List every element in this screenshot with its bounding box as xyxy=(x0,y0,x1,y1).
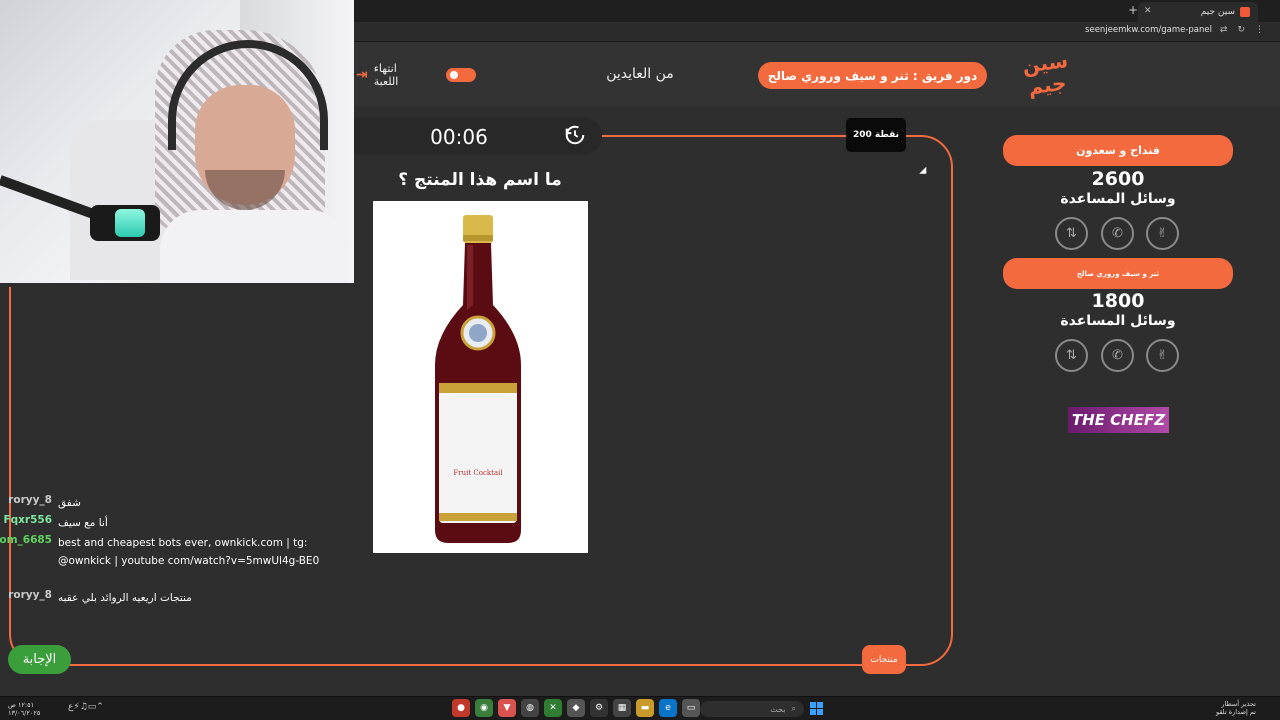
category-tag-button[interactable]: منتجات xyxy=(862,645,906,674)
product-image: Fruit Cocktail xyxy=(373,201,588,553)
phone-call-icon[interactable]: ✆ xyxy=(1101,339,1134,372)
chat-text: best and cheapest bots ever, ownkick.com… xyxy=(58,537,320,567)
chat-username: roryy_8 xyxy=(8,494,52,506)
screen: + ✕ سين جيم seenjeemkw.com/game-panel ⇄↻… xyxy=(0,0,1280,720)
chat-message: roryy_8 شفق xyxy=(0,490,340,510)
taskbar-search[interactable]: بحث ⌕ xyxy=(700,701,804,717)
points-badge: 200 نقطة xyxy=(846,118,906,152)
app-icon[interactable]: ◆ xyxy=(567,699,585,717)
windows-taskbar: ١٢:٥١ ص ١٣/٠٦/٢٠٢٥ ع⚡♫▭⌃ ● ◉ ▼ ◍ ✕ ◆ ⚙ ▦… xyxy=(0,696,1280,720)
team-turn-badge: دور فريق : ثنر و سيف وروري صالح xyxy=(758,62,987,89)
chat-message: com_6685 best and cheapest bots ever, ow… xyxy=(0,530,340,585)
end-game-button[interactable]: ⇥ انتهاء اللعبة xyxy=(356,62,476,88)
settings-icon[interactable]: ⚙ xyxy=(590,699,608,717)
streamer-thobe xyxy=(160,210,350,283)
search-icon: ⌕ xyxy=(791,704,796,713)
system-tray-icon[interactable]: ع⚡♫▭⌃ xyxy=(68,702,104,712)
edge-icon[interactable]: e xyxy=(659,699,677,717)
close-tab-icon[interactable]: ✕ xyxy=(1144,6,1152,16)
countdown-timer: 00:06 xyxy=(430,125,488,149)
new-tab-button[interactable]: + xyxy=(1128,3,1138,17)
stream-chat: roryy_8 شفق Fqxr556 أنا مع سيف com_6685 … xyxy=(0,490,340,605)
team-score: 2600 xyxy=(1091,168,1145,190)
notification-text[interactable]: تحذير أسطار تم إصدارة تلقو xyxy=(1216,700,1256,716)
file-explorer-icon[interactable]: ▬ xyxy=(636,699,654,717)
taskbar-apps: ● ◉ ▼ ◍ ✕ ◆ ⚙ ▦ ▬ e ▭ xyxy=(452,699,700,717)
xbox-icon[interactable]: ✕ xyxy=(544,699,562,717)
microphone xyxy=(0,165,160,241)
bottle-illustration: Fruit Cocktail xyxy=(435,215,521,543)
reload-icon[interactable]: ⇄↻⋮ xyxy=(1220,25,1274,35)
webcam-overlay xyxy=(0,0,354,283)
svg-text:Fruit Cocktail: Fruit Cocktail xyxy=(453,469,503,477)
brave-icon[interactable]: ▼ xyxy=(498,699,516,717)
chat-username: com_6685 xyxy=(0,534,52,546)
store-icon[interactable]: ▦ xyxy=(613,699,631,717)
taskbar-clock[interactable]: ١٢:٥١ ص ١٣/٠٦/٢٠٢٥ xyxy=(8,701,40,717)
double-points-icon[interactable]: ⇅ xyxy=(1055,217,1088,250)
windows-start-icon[interactable] xyxy=(810,702,823,715)
chrome-icon[interactable]: ◉ xyxy=(475,699,493,717)
end-game-toggle[interactable] xyxy=(446,68,476,82)
obs-icon[interactable]: ◍ xyxy=(521,699,539,717)
team-name-badge: فنداح و سعدون xyxy=(1003,135,1233,166)
two-answers-icon[interactable]: ✌ xyxy=(1146,217,1179,250)
phone-call-icon[interactable]: ✆ xyxy=(1101,217,1134,250)
url-field[interactable]: seenjeemkw.com/game-panel xyxy=(1085,25,1212,35)
team-score: 1800 xyxy=(1091,290,1145,312)
browser-tab[interactable]: ✕ سين جيم xyxy=(1138,2,1258,22)
chat-text: منتجات اريعيه الروائد بلي عقبه xyxy=(58,592,192,604)
chat-username: roryy_8 xyxy=(8,589,52,601)
helpers-label: وسائل المساعدة xyxy=(1060,191,1176,207)
end-game-label: انتهاء اللعبة xyxy=(373,62,399,88)
team-name-badge: ثنر و سيف وروري صالح xyxy=(1003,258,1233,289)
double-points-icon[interactable]: ⇅ xyxy=(1055,339,1088,372)
question-text: ما اسم هذا المنتج ؟ xyxy=(398,170,562,190)
show-answer-button[interactable]: الإجابة xyxy=(8,645,71,674)
app-icon[interactable]: ▭ xyxy=(682,699,700,717)
chat-username: Fqxr556 xyxy=(3,514,52,526)
category-title: من العايدين xyxy=(606,66,674,82)
app-icon[interactable]: ● xyxy=(452,699,470,717)
favicon-icon xyxy=(1240,7,1250,17)
site-logo[interactable]: سين جيم xyxy=(1021,48,1071,103)
tab-title: سين جيم xyxy=(1200,7,1235,17)
chat-message: roryy_8 منتجات اريعيه الروائد بلي عقبه xyxy=(0,585,340,605)
reset-timer-icon[interactable] xyxy=(564,124,586,146)
two-answers-icon[interactable]: ✌ xyxy=(1146,339,1179,372)
exit-icon: ⇥ xyxy=(356,67,368,83)
sponsor-logo: THE CHEFZ xyxy=(1068,407,1169,433)
helpers-label: وسائل المساعدة xyxy=(1060,313,1176,329)
chat-message: Fqxr556 أنا مع سيف xyxy=(0,510,340,530)
